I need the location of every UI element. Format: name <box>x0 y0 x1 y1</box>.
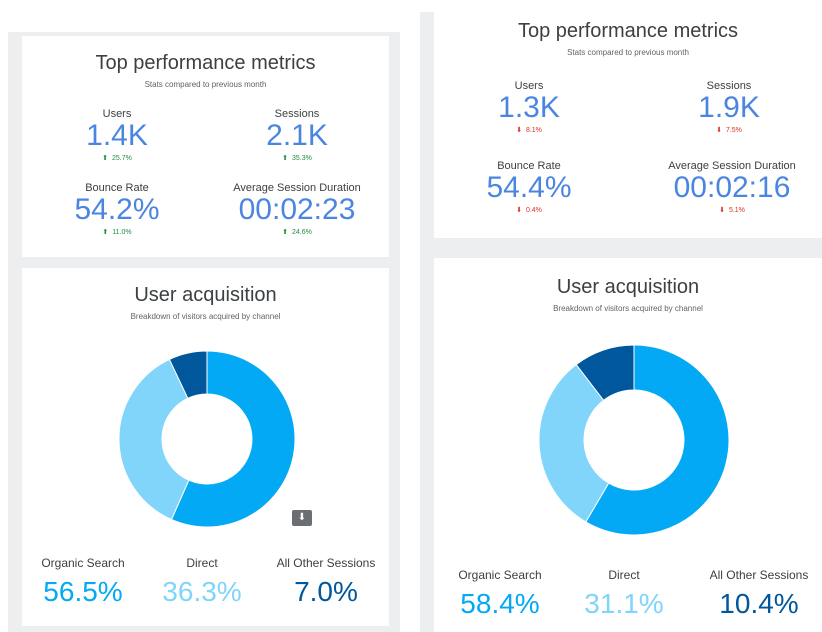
avg-session-duration-value: 00:02:23 <box>238 193 356 226</box>
sessions-change-value: 7.5% <box>725 126 742 134</box>
users-change-value: 25.7% <box>112 154 132 162</box>
bounce-rate-value: 54.2% <box>74 193 160 226</box>
users-change: ⬇ 8.1% <box>454 126 604 134</box>
legend-direct: Direct 36.3% <box>162 556 242 608</box>
users-metric: Users 1.4K ⬆ 25.7% <box>42 108 192 162</box>
bounce-rate-metric: Bounce Rate 54.2% ⬆ 11.0% <box>42 182 192 236</box>
avg-session-duration-change: ⬇ 5.1% <box>644 206 820 214</box>
users-value: 1.3K <box>498 91 560 124</box>
users-change-value: 8.1% <box>525 126 542 134</box>
acquisition-donut-chart <box>118 350 296 528</box>
sessions-change: ⬇ 7.5% <box>654 126 804 134</box>
legend-all-other-sessions: All Other Sessions 7.0% <box>268 556 384 608</box>
bounce-rate-change-value: 0.4% <box>525 206 542 214</box>
direct-value: 31.1% <box>584 588 664 619</box>
card-subtitle: Breakdown of visitors acquired by channe… <box>553 304 703 313</box>
user-acquisition-card: User acquisition Breakdown of visitors a… <box>22 268 389 626</box>
direct-label: Direct <box>186 556 218 570</box>
avg-session-duration-change-value: 24.6% <box>292 228 312 236</box>
avg-session-duration-change: ⬆ 24.6% <box>212 228 382 236</box>
sessions-value: 1.9K <box>698 91 760 124</box>
download-icon[interactable]: ⬇ <box>292 510 312 526</box>
organic-search-label: Organic Search <box>458 568 542 582</box>
card-subtitle: Stats compared to previous month <box>144 80 267 89</box>
users-value: 1.4K <box>86 119 148 152</box>
legend-organic-search: Organic Search 56.5% <box>28 556 138 608</box>
avg-session-duration-change-value: 5.1% <box>728 206 745 214</box>
arrow-up-icon: ⬆ <box>282 154 288 162</box>
card-subtitle: Stats compared to previous month <box>567 48 689 57</box>
arrow-down-icon: ⬇ <box>716 126 722 134</box>
arrow-down-icon: ⬇ <box>719 206 725 214</box>
organic-search-value: 56.5% <box>43 576 123 607</box>
sessions-value: 2.1K <box>266 119 328 152</box>
top-performance-metrics-card: Top performance metrics Stats compared t… <box>434 12 822 238</box>
organic-search-value: 58.4% <box>460 588 540 619</box>
arrow-up-icon: ⬆ <box>102 228 109 236</box>
acquisition-donut-chart <box>538 344 730 536</box>
card-title: User acquisition <box>134 284 277 306</box>
card-title: Top performance metrics <box>95 52 316 74</box>
user-acquisition-card: User acquisition Breakdown of visitors a… <box>434 258 822 632</box>
arrow-down-icon: ⬇ <box>516 126 522 134</box>
avg-session-duration-metric: Average Session Duration 00:02:23 ⬆ 24.6% <box>212 182 382 236</box>
avg-session-duration-metric: Average Session Duration 00:02:16 ⬇ 5.1% <box>644 160 820 214</box>
bounce-rate-value: 54.4% <box>486 171 572 204</box>
all-other-sessions-label: All Other Sessions <box>709 568 809 582</box>
all-other-sessions-value: 7.0% <box>294 576 358 607</box>
arrow-down-icon: ⬇ <box>516 206 522 214</box>
legend-organic-search: Organic Search 58.4% <box>440 568 560 620</box>
all-other-sessions-value: 10.4% <box>719 588 799 619</box>
direct-label: Direct <box>608 568 640 582</box>
left-report-column: Top performance metrics Stats compared t… <box>8 32 400 632</box>
card-title: User acquisition <box>556 276 700 298</box>
avg-session-duration-value: 00:02:16 <box>673 171 791 204</box>
legend-direct: Direct 31.1% <box>584 568 664 620</box>
sessions-metric: Sessions 2.1K ⬆ 35.3% <box>222 108 372 162</box>
direct-value: 36.3% <box>162 576 242 607</box>
sessions-change: ⬆ 35.3% <box>222 154 372 162</box>
top-performance-metrics-card: Top performance metrics Stats compared t… <box>22 36 389 257</box>
bounce-rate-change: ⬆ 11.0% <box>42 228 192 236</box>
bounce-rate-change-value: 11.0% <box>112 228 132 236</box>
card-subtitle: Breakdown of visitors acquired by channe… <box>130 312 281 321</box>
bounce-rate-metric: Bounce Rate 54.4% ⬇ 0.4% <box>454 160 604 214</box>
bounce-rate-change: ⬇ 0.4% <box>454 206 604 214</box>
all-other-sessions-label: All Other Sessions <box>276 556 376 570</box>
legend-all-other-sessions: All Other Sessions 10.4% <box>698 568 820 620</box>
sessions-metric: Sessions 1.9K ⬇ 7.5% <box>654 80 804 134</box>
users-change: ⬆ 25.7% <box>42 154 192 162</box>
arrow-up-icon: ⬆ <box>102 154 108 162</box>
arrow-up-icon: ⬆ <box>282 228 288 236</box>
users-metric: Users 1.3K ⬇ 8.1% <box>454 80 604 134</box>
organic-search-label: Organic Search <box>41 556 125 570</box>
card-title: Top performance metrics <box>517 20 739 42</box>
direct-slice[interactable] <box>118 358 190 521</box>
right-report-column: Top performance metrics Stats compared t… <box>420 12 822 632</box>
sessions-change-value: 35.3% <box>292 154 312 162</box>
